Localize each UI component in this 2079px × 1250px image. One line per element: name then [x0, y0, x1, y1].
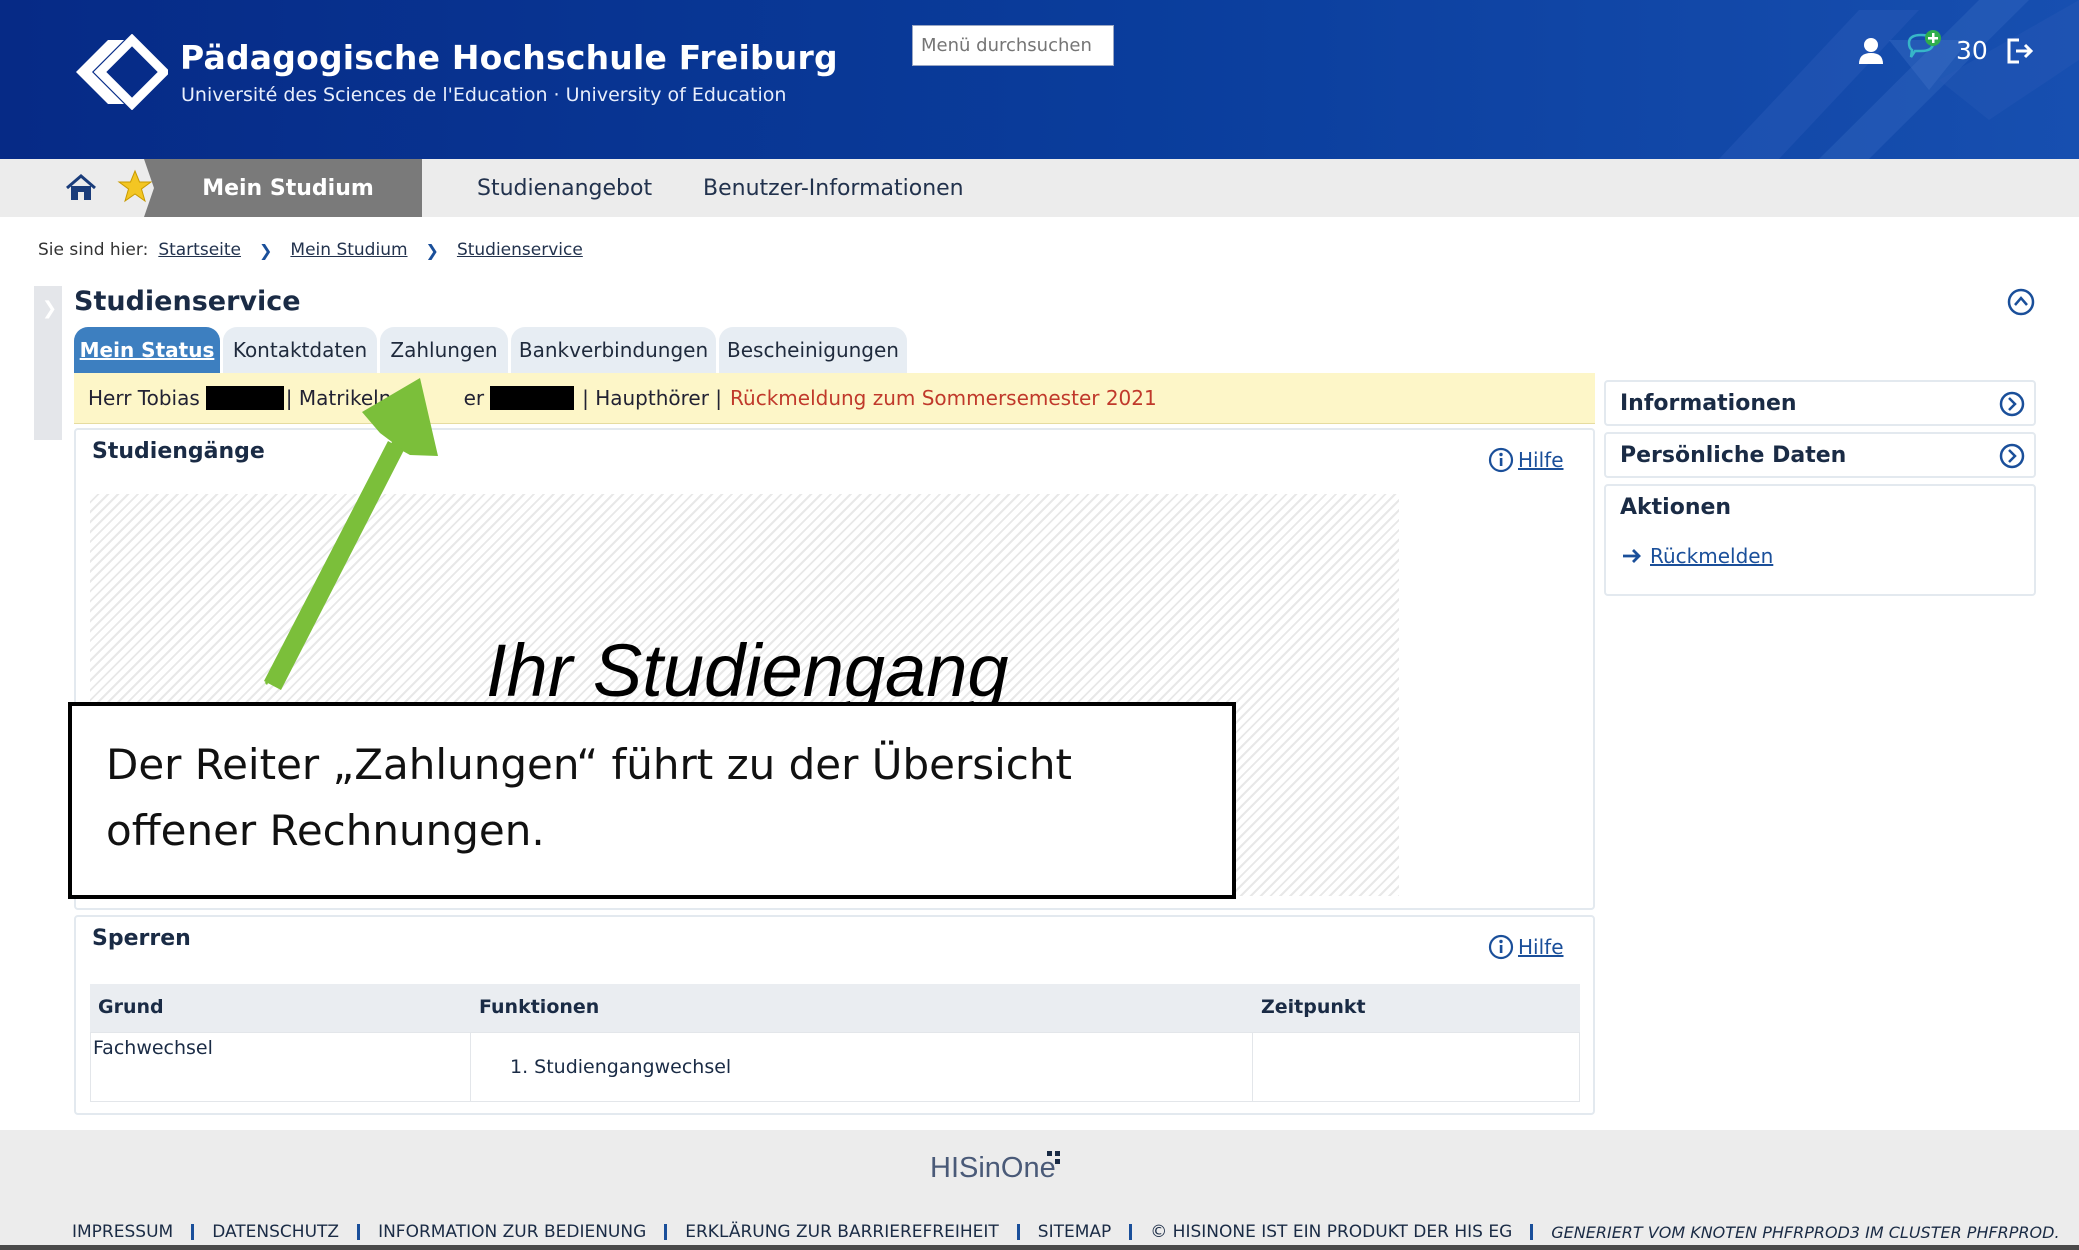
collapse-up-icon[interactable] — [2006, 287, 2036, 317]
aktionen-box: Aktionen — [1604, 484, 2036, 596]
tab-kontaktdaten[interactable]: Kontaktdaten — [223, 327, 377, 373]
tab-bescheinigungen[interactable]: Bescheinigungen — [719, 327, 907, 373]
message-counter[interactable]: 30 — [1956, 36, 1988, 65]
hisinone-dots-icon — [1047, 1151, 1060, 1164]
hisinone-logo: HISinOne — [930, 1152, 1056, 1184]
logout-icon[interactable] — [2004, 34, 2036, 68]
bottom-strip — [0, 1245, 2079, 1250]
footer-separator — [1530, 1224, 1534, 1240]
sidebar-toggle[interactable]: ❯ — [34, 286, 62, 440]
student-role: | Haupthörer | — [582, 386, 723, 410]
university-name[interactable]: Pädagogische Hochschule Freiburg — [180, 38, 838, 77]
sperren-title: Sperren — [92, 926, 191, 951]
informationen-title: Informationen — [1620, 391, 1797, 416]
breadcrumb-studienservice[interactable]: Studienservice — [457, 240, 583, 260]
chevron-right-circle-icon[interactable] — [1998, 442, 2026, 470]
informationen-box[interactable]: Informationen — [1604, 380, 2036, 426]
nav-benutzer-informationen[interactable]: Benutzer-Informationen — [703, 159, 964, 217]
user-icon[interactable] — [1856, 34, 1886, 68]
help-label: Hilfe — [1518, 448, 1564, 472]
studiengang-overlay-text: Ihr Studiengang — [486, 629, 1009, 712]
annotation-line-1: Der Reiter „Zahlungen“ führt zu der Über… — [106, 740, 1072, 789]
footer-link-barrierefreiheit[interactable]: ERKLÄRUNG ZUR BARRIEREFREIHEIT — [685, 1222, 999, 1242]
tab-label: Mein Status — [79, 338, 215, 362]
main-navigation: Mein Studium Studienangebot Benutzer-Inf… — [0, 159, 2079, 217]
tab-mein-status[interactable]: Mein Status — [74, 327, 220, 373]
footer-link-his-eg[interactable]: © HISINONE IST EIN PRODUKT DER HIS EG — [1150, 1222, 1512, 1242]
footer-separator — [357, 1224, 361, 1240]
university-subtitle: Université des Sciences de l'Education ·… — [181, 84, 787, 106]
nav-studienangebot[interactable]: Studienangebot — [477, 159, 652, 217]
help-link[interactable]: Hilfe — [1488, 447, 1564, 473]
nav-mein-studium[interactable]: Mein Studium — [144, 159, 422, 217]
persoenliche-daten-box[interactable]: Persönliche Daten — [1604, 432, 2036, 478]
column-header-zeitpunkt: Zeitpunkt — [1261, 996, 1366, 1018]
home-icon[interactable] — [64, 173, 98, 203]
cell-grund: Fachwechsel — [93, 1037, 213, 1059]
footer-links: IMPRESSUM DATENSCHUTZ INFORMATION ZUR BE… — [72, 1222, 2060, 1242]
help-link[interactable]: Hilfe — [1488, 934, 1564, 960]
table-row — [90, 1032, 1580, 1102]
footer-separator — [664, 1224, 668, 1240]
aktionen-title: Aktionen — [1620, 495, 1732, 520]
chevron-right-circle-icon[interactable] — [1998, 390, 2026, 418]
matrikel-label-end: er — [463, 386, 485, 410]
footer-generated-info: GENERIERT VOM KNOTEN PHFRPROD3 IM CLUSTE… — [1551, 1222, 2060, 1242]
footer-separator — [1016, 1224, 1020, 1240]
logo-icon[interactable] — [72, 34, 168, 110]
footer-link-sitemap[interactable]: SITEMAP — [1038, 1222, 1111, 1242]
cell-funktion: 1. Studiengangwechsel — [510, 1056, 732, 1078]
breadcrumb-mein-studium[interactable]: Mein Studium — [290, 240, 407, 260]
footer-link-datenschutz[interactable]: DATENSCHUTZ — [212, 1222, 339, 1242]
menu-search-input[interactable] — [912, 25, 1114, 66]
arrow-right-icon — [1623, 549, 1641, 563]
help-label: Hilfe — [1518, 935, 1564, 959]
column-divider — [1252, 1032, 1253, 1102]
info-icon — [1488, 934, 1514, 960]
rueckmelden-label: Rückmelden — [1650, 544, 1774, 568]
status-bar: Herr Tobias | Matrikelnum er | Haupthöre… — [74, 373, 1595, 424]
tab-zahlungen[interactable]: Zahlungen — [380, 327, 508, 373]
footer-link-impressum[interactable]: IMPRESSUM — [72, 1222, 173, 1242]
chat-add-icon[interactable] — [1904, 30, 1944, 64]
header-decoration-icon — [1719, 0, 2079, 159]
breadcrumb: Sie sind hier: Startseite ❯ Mein Studium… — [38, 240, 583, 260]
footer-separator — [1129, 1224, 1133, 1240]
breadcrumb-startseite[interactable]: Startseite — [158, 240, 241, 260]
redacted-block — [490, 386, 575, 410]
persoenliche-daten-title: Persönliche Daten — [1620, 443, 1847, 468]
footer-separator — [191, 1224, 195, 1240]
column-divider — [470, 1032, 471, 1102]
studiengaenge-title: Studiengänge — [92, 439, 265, 464]
matrikel-label: | Matrikelnum — [285, 386, 424, 410]
student-name: Herr Tobias — [88, 386, 200, 410]
tab-bankverbindungen[interactable]: Bankverbindungen — [511, 327, 716, 373]
redacted-block — [205, 386, 284, 410]
breadcrumb-label: Sie sind hier: — [38, 240, 149, 260]
header: Pädagogische Hochschule Freiburg Univers… — [0, 0, 2079, 159]
info-icon — [1488, 447, 1514, 473]
chevron-right-icon: ❯ — [425, 240, 439, 260]
annotation-line-2: offener Rechnungen. — [106, 806, 545, 855]
column-header-grund: Grund — [98, 996, 164, 1018]
chevron-right-icon: ❯ — [259, 240, 273, 260]
annotation-box: Der Reiter „Zahlungen“ führt zu der Über… — [68, 702, 1236, 899]
rueckmelden-link[interactable]: Rückmelden — [1622, 544, 1773, 568]
page-title: Studienservice — [74, 286, 301, 317]
footer-link-bedienung[interactable]: INFORMATION ZUR BEDIENUNG — [378, 1222, 646, 1242]
column-header-funktionen: Funktionen — [479, 996, 600, 1018]
rueckmeldung-notice: Rückmeldung zum Sommersemester 2021 — [730, 386, 1157, 410]
chevron-right-icon: ❯ — [42, 298, 58, 319]
